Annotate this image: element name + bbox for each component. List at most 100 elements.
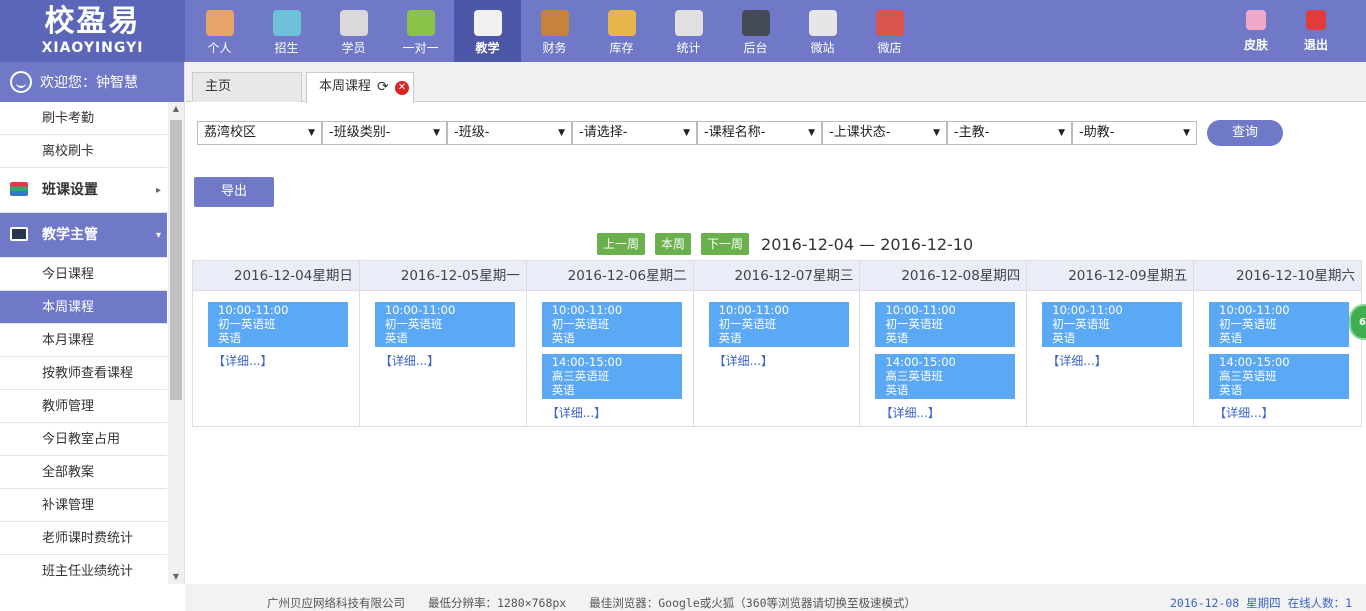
nav-item-1[interactable]: 招生 (253, 0, 320, 62)
sidebar-item-7[interactable]: 补课管理 (0, 489, 167, 522)
webpage-icon (808, 10, 837, 36)
course-event[interactable]: 10:00-11:00 初一英语班 英语 (875, 302, 1016, 347)
this-week-button[interactable]: 本周 (655, 233, 692, 255)
event-time: 10:00-11:00 (218, 303, 289, 317)
event-cls: 高三英语班 (885, 369, 943, 383)
day-column: 2016-12-04星期日 10:00-11:00 初一英语班 英语 【详细...】 (193, 261, 360, 426)
tab-label: 本周课程 (319, 79, 372, 94)
event-cls: 高三英语班 (551, 369, 610, 383)
nav-item-6[interactable]: 库存 (588, 0, 655, 62)
filter-select-4[interactable]: -课程名称- ▼ (697, 121, 822, 145)
sidebar-item-card-attendance[interactable]: 刷卡考勤 (0, 102, 167, 135)
sidebar-item-8[interactable]: 老师课时费统计 (0, 522, 167, 555)
sidebar-item-5[interactable]: 今日教室占用 (0, 423, 167, 456)
sidebar-item-0[interactable]: 今日课程 (0, 258, 167, 291)
course-event[interactable]: 10:00-11:00 初一英语班 英语 (1042, 302, 1183, 347)
nav-item-0[interactable]: 个人 (186, 0, 253, 62)
nav-item-2[interactable]: 学员 (320, 0, 387, 62)
filter-value: -上课状态- (829, 125, 891, 140)
tab-home[interactable]: 主页 (192, 72, 302, 102)
detail-link[interactable]: 【详细...】 (1214, 404, 1273, 421)
refresh-icon[interactable]: ⟳ (377, 73, 389, 101)
detail-link[interactable]: 【详细...】 (1047, 352, 1106, 369)
export-button[interactable]: 导出 (194, 177, 274, 207)
filter-select-7[interactable]: -助教- ▼ (1072, 121, 1197, 145)
nav-item-4[interactable]: 教学 (454, 0, 521, 62)
scroll-down-icon[interactable]: ▼ (168, 570, 184, 584)
nav-right-item-0[interactable]: 皮肤 (1226, 0, 1286, 62)
tab-weekly-courses[interactable]: 本周课程 ⟳ ✕ (306, 72, 414, 103)
scroll-up-icon[interactable]: ▲ (168, 102, 184, 116)
course-event[interactable]: 10:00-11:00 初一英语班 英语 (208, 302, 348, 347)
event-subject: 英语 (218, 331, 241, 345)
sidebar-group-label: 教学主管 (42, 227, 98, 243)
course-event[interactable]: 14:00-15:00 高三英语班 英语 (1209, 354, 1350, 399)
nav-item-5[interactable]: 财务 (521, 0, 588, 62)
logo-en: XIAOYINGYI (41, 40, 144, 56)
chat-icon (406, 10, 435, 36)
filter-select-3[interactable]: -请选择- ▼ (572, 121, 697, 145)
sidebar-item-1[interactable]: 本周课程 (0, 291, 167, 324)
sidebar-group-label: 班课设置 (42, 182, 98, 198)
caret-down-icon: ▼ (558, 128, 565, 138)
detail-link[interactable]: 【详细...】 (380, 352, 439, 369)
day-column: 2016-12-08星期四 10:00-11:00 初一英语班 英语 14:00-15:… (860, 261, 1028, 426)
event-subject: 英语 (1052, 331, 1076, 345)
nav-item-7[interactable]: 统计 (655, 0, 722, 62)
sidebar-item-leave-card[interactable]: 离校刷卡 (0, 135, 167, 168)
course-event[interactable]: 10:00-11:00 初一英语班 英语 (541, 302, 682, 347)
footer-company: 广州贝应网络科技有限公司 最低分辨率：1280×768px 最佳浏览器：Goog… (267, 596, 917, 610)
course-event[interactable]: 10:00-11:00 初一英语班 英语 (1209, 302, 1350, 347)
sidebar-group-teaching-supervisor[interactable]: 教学主管 ▾ (0, 213, 167, 258)
sidebar-item-9[interactable]: 班主任业绩统计 (0, 555, 167, 584)
nav-item-9[interactable]: 微站 (789, 0, 856, 62)
nav-right-item-1[interactable]: 退出 (1286, 0, 1346, 62)
welcome-bar: 欢迎您：钟智慧 (0, 62, 184, 102)
filter-select-2[interactable]: -班级- ▼ (447, 121, 572, 145)
event-time: 14:00-15:00 (885, 355, 956, 369)
sidebar-group-class-settings[interactable]: 班课设置 ▸ (0, 168, 167, 213)
scroll-thumb[interactable] (170, 120, 182, 400)
detail-link[interactable]: 【详细...】 (714, 352, 773, 369)
filter-select-0[interactable]: 荔湾校区 ▼ (197, 121, 322, 145)
caret-down-icon: ▼ (683, 128, 690, 138)
detail-link[interactable]: 【详细...】 (547, 404, 606, 421)
bar-chart-icon (674, 10, 703, 36)
course-event[interactable]: 14:00-15:00 高三英语班 英语 (541, 354, 682, 399)
caret-down-icon: ▼ (433, 128, 440, 138)
online-count-badge[interactable]: 61 (1349, 304, 1366, 340)
query-button[interactable]: 查询 (1207, 120, 1283, 146)
sidebar-item-3[interactable]: 按教师查看课程 (0, 357, 167, 390)
nav-item-3[interactable]: 一对一 (387, 0, 454, 62)
course-event[interactable]: 14:00-15:00 高三英语班 英语 (875, 354, 1016, 399)
prev-week-button[interactable]: 上一周 (597, 233, 646, 255)
nav-item-8[interactable]: 后台 (722, 0, 789, 62)
briefcase-icon (540, 10, 569, 36)
smile-icon (10, 71, 32, 93)
course-event[interactable]: 10:00-11:00 初一英语班 英语 (374, 302, 515, 347)
event-time: 10:00-11:00 (384, 303, 456, 317)
detail-link[interactable]: 【详细...】 (880, 404, 939, 421)
event-cls: 初一英语班 (1219, 317, 1277, 331)
course-event[interactable]: 10:00-11:00 初一英语班 英语 (708, 302, 849, 347)
day-header: 2016-12-08星期四 (860, 261, 1027, 291)
caret-down-icon: ▼ (1058, 128, 1065, 138)
close-icon[interactable]: ✕ (395, 81, 409, 95)
sidebar-item-6[interactable]: 全部教案 (0, 456, 167, 489)
right-nav: 皮肤 退出 (1226, 0, 1346, 62)
nav-item-10[interactable]: 微店 (856, 0, 923, 62)
tab-label: 主页 (205, 79, 232, 94)
sidebar-scrollbar[interactable]: ▲ ▼ (168, 102, 184, 584)
filter-select-1[interactable]: -班级类别- ▼ (322, 121, 447, 145)
filter-select-6[interactable]: -主教- ▼ (947, 121, 1072, 145)
event-time: 10:00-11:00 (551, 303, 623, 317)
nav-label: 统计 (676, 41, 701, 55)
sidebar-item-4[interactable]: 教师管理 (0, 390, 167, 423)
sidebar-item-2[interactable]: 本月课程 (0, 324, 167, 357)
palette-icon (1246, 10, 1266, 30)
event-subject: 英语 (1219, 331, 1243, 345)
day-column: 2016-12-10星期六 10:00-11:00 初一英语班 英语 14:00-15:… (1194, 261, 1362, 426)
filter-select-5[interactable]: -上课状态- ▼ (822, 121, 947, 145)
detail-link[interactable]: 【详细...】 (213, 352, 272, 369)
next-week-button[interactable]: 下一周 (701, 233, 750, 255)
